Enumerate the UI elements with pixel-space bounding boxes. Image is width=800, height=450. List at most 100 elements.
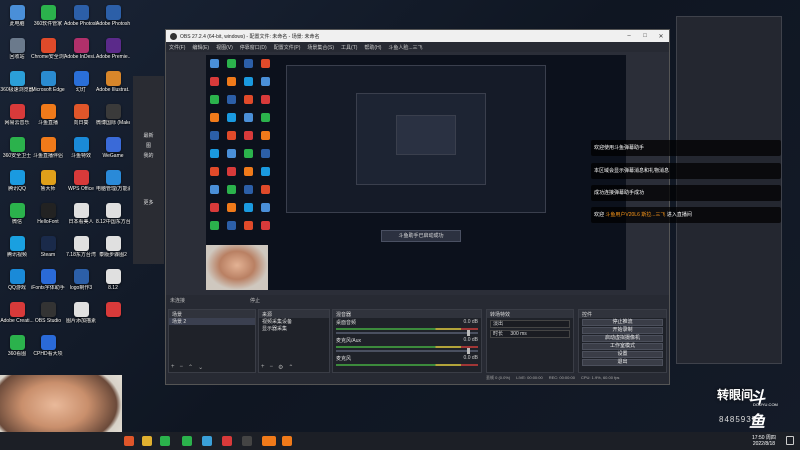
settings-button[interactable]: 设置 bbox=[582, 351, 663, 358]
desktop-icon[interactable]: 向日葵 bbox=[64, 104, 98, 126]
desktop-icon[interactable]: 幻灯 bbox=[64, 71, 98, 93]
desktop-icon[interactable]: 网易云音乐 bbox=[0, 104, 34, 126]
notification-icon[interactable] bbox=[786, 436, 794, 445]
track-name: 麦克风 bbox=[336, 356, 352, 362]
desktop-icon[interactable]: Microsoft Edge bbox=[31, 71, 65, 93]
move-up-icon[interactable]: ⌃ bbox=[188, 364, 193, 371]
remove-icon[interactable]: − bbox=[180, 364, 184, 371]
desktop-icon[interactable]: Chrome安全浏览器 bbox=[31, 38, 65, 60]
menu-item[interactable]: 编辑(E) bbox=[192, 44, 209, 51]
desktop-icon[interactable]: 日本看美人 bbox=[64, 203, 98, 225]
desktop-icon[interactable]: 电脑管理(万能驱... bbox=[96, 170, 130, 192]
desktop-icon[interactable]: 斗鱼特效 bbox=[64, 137, 98, 159]
desktop-icon[interactable]: Adobe Premie... bbox=[96, 38, 130, 60]
volume-fader[interactable] bbox=[336, 348, 478, 354]
desktop-icon[interactable]: Adobe InDesi... bbox=[64, 38, 98, 60]
close-icon[interactable]: ✕ bbox=[653, 33, 669, 40]
desktop-icon[interactable]: 360看图 bbox=[0, 335, 34, 357]
taskbar-icon-douyu[interactable] bbox=[262, 436, 276, 446]
desktop-icon[interactable]: 360软件管家 bbox=[31, 5, 65, 27]
menu-item[interactable]: 配置文件(P) bbox=[274, 44, 301, 51]
desktop-icon[interactable]: 8.12 bbox=[96, 269, 130, 291]
obs-preview[interactable]: 斗鱼助手已启动成功 bbox=[206, 55, 626, 290]
desktop-icon[interactable]: WeGame bbox=[96, 137, 130, 159]
transition-select[interactable]: 淡出 bbox=[490, 320, 570, 328]
transition-duration-field[interactable]: 时长 300 ms bbox=[490, 330, 570, 338]
desktop-icon[interactable]: 微信 bbox=[0, 203, 34, 225]
taskbar-icon-app[interactable] bbox=[202, 436, 212, 446]
add-icon[interactable]: + bbox=[171, 364, 175, 371]
scene-item[interactable]: 场景 2 bbox=[169, 318, 255, 325]
nested-desktop-icon bbox=[244, 77, 253, 86]
desktop-icon[interactable]: iFonts字体助手 bbox=[31, 269, 65, 291]
desktop-icon[interactable]: Adobe Photosh... bbox=[96, 5, 130, 27]
desktop-icon[interactable]: 泰版步骤图2 bbox=[96, 236, 130, 258]
desktop-icon[interactable]: HelloFont bbox=[31, 203, 65, 225]
taskbar-icon-browser[interactable] bbox=[124, 436, 134, 446]
taskbar-icon-folder[interactable] bbox=[142, 436, 152, 446]
source-item[interactable]: 视频采集设备 bbox=[259, 318, 329, 325]
desktop-icon[interactable]: 斗鱼直播 bbox=[31, 104, 65, 126]
menu-item[interactable]: 帮助(H) bbox=[364, 44, 381, 51]
settings-icon[interactable]: ⚙ bbox=[278, 364, 283, 371]
menu-item[interactable]: 停靠窗口(D) bbox=[240, 44, 267, 51]
douyu-url: DOUYU.COM bbox=[753, 402, 778, 407]
menu-item[interactable]: 斗鱼人脸...三飞 bbox=[388, 44, 422, 51]
desktop-icon[interactable]: CPHD看大项 bbox=[31, 335, 65, 357]
menu-item[interactable]: 文件(F) bbox=[169, 44, 185, 51]
virtual-camera-button[interactable]: 启动虚拟摄像机 bbox=[582, 335, 663, 342]
desktop-icon[interactable]: 斗鱼直播伴侣 bbox=[31, 137, 65, 159]
maximize-icon[interactable]: □ bbox=[637, 33, 653, 39]
desktop-icon[interactable]: Adobe Illustrat... bbox=[96, 71, 130, 93]
app-icon bbox=[40, 269, 56, 284]
desktop-icon[interactable] bbox=[96, 302, 130, 318]
exit-button[interactable]: 退出 bbox=[582, 359, 663, 366]
side-menu-item[interactable]: 最新 bbox=[133, 132, 164, 139]
add-icon[interactable]: + bbox=[261, 364, 265, 371]
desktop-icon[interactable]: 图片添加描素 bbox=[64, 302, 98, 324]
move-up-icon[interactable]: ⌃ bbox=[288, 364, 293, 371]
desktop-icon[interactable]: WPS Office bbox=[64, 170, 98, 192]
desktop-icon[interactable]: logo制作3 bbox=[64, 269, 98, 291]
studio-mode-button[interactable]: 工作室模式 bbox=[582, 343, 663, 350]
move-down-icon[interactable]: ⌄ bbox=[198, 364, 203, 371]
nested-desktop-icon bbox=[261, 203, 270, 212]
source-item[interactable]: 显示器采集 bbox=[259, 325, 329, 332]
remove-icon[interactable]: − bbox=[270, 364, 274, 371]
desktop-icon[interactable]: 腾讯视频 bbox=[0, 236, 34, 258]
side-menu-item[interactable]: 图 bbox=[133, 142, 164, 149]
taskbar-icon-chrome[interactable] bbox=[222, 436, 232, 446]
nested-desktop-icon bbox=[261, 149, 270, 158]
desktop-icon[interactable]: 回收站 bbox=[0, 38, 34, 60]
taskbar-icon-wechat[interactable] bbox=[160, 436, 170, 446]
desktop-icon[interactable]: Adobe Photosh... bbox=[64, 5, 98, 27]
desktop-icon[interactable]: 腾讯QQ bbox=[0, 170, 34, 192]
desktop-icon[interactable]: Steam bbox=[31, 236, 65, 258]
taskbar-icon-douyu-helper[interactable] bbox=[282, 436, 292, 446]
volume-meter bbox=[336, 346, 478, 348]
side-menu-item[interactable]: 更多 bbox=[133, 199, 164, 206]
mixer-dock: 混音器 桌面音频 0.0 dB 麦克风/Aux 0.0 dB 麦克风 0.0 d… bbox=[332, 309, 482, 373]
taskbar-icon-obs[interactable] bbox=[242, 436, 252, 446]
desktop-icon[interactable]: OBS Studio bbox=[31, 302, 65, 324]
taskbar-icon-360[interactable] bbox=[182, 436, 192, 446]
menu-item[interactable]: 视图(V) bbox=[216, 44, 233, 51]
volume-fader[interactable] bbox=[336, 330, 478, 336]
menu-item[interactable]: 工具(T) bbox=[341, 44, 357, 51]
obs-app-icon bbox=[170, 32, 177, 40]
side-menu-item[interactable]: 我的 bbox=[133, 152, 164, 159]
desktop-icon[interactable]: 360安全卫士 bbox=[0, 137, 34, 159]
desktop-icon[interactable]: QQ游戏 bbox=[0, 269, 34, 291]
stop-streaming-button[interactable]: 停止推流 bbox=[582, 319, 663, 326]
desktop-icon[interactable]: 此电脑 bbox=[0, 5, 34, 27]
minimize-icon[interactable]: – bbox=[621, 33, 637, 39]
start-recording-button[interactable]: 开始录制 bbox=[582, 327, 663, 334]
desktop-icon[interactable]: 8.12中国东方台湾直播... bbox=[96, 203, 130, 225]
mixer-track: 麦克风/Aux 0.0 dB bbox=[333, 336, 481, 354]
desktop-icon[interactable]: 7.18东方台湾 bbox=[64, 236, 98, 258]
desktop-icon[interactable]: 鲁大师 bbox=[31, 170, 65, 192]
desktop-icon[interactable]: 微博国际 (Makeup... bbox=[96, 104, 130, 126]
desktop-icon[interactable]: 360极速浏览器 bbox=[0, 71, 34, 93]
menu-item[interactable]: 场景集合(S) bbox=[307, 44, 334, 51]
desktop-icon[interactable]: Adobe Creati... bbox=[0, 302, 34, 324]
